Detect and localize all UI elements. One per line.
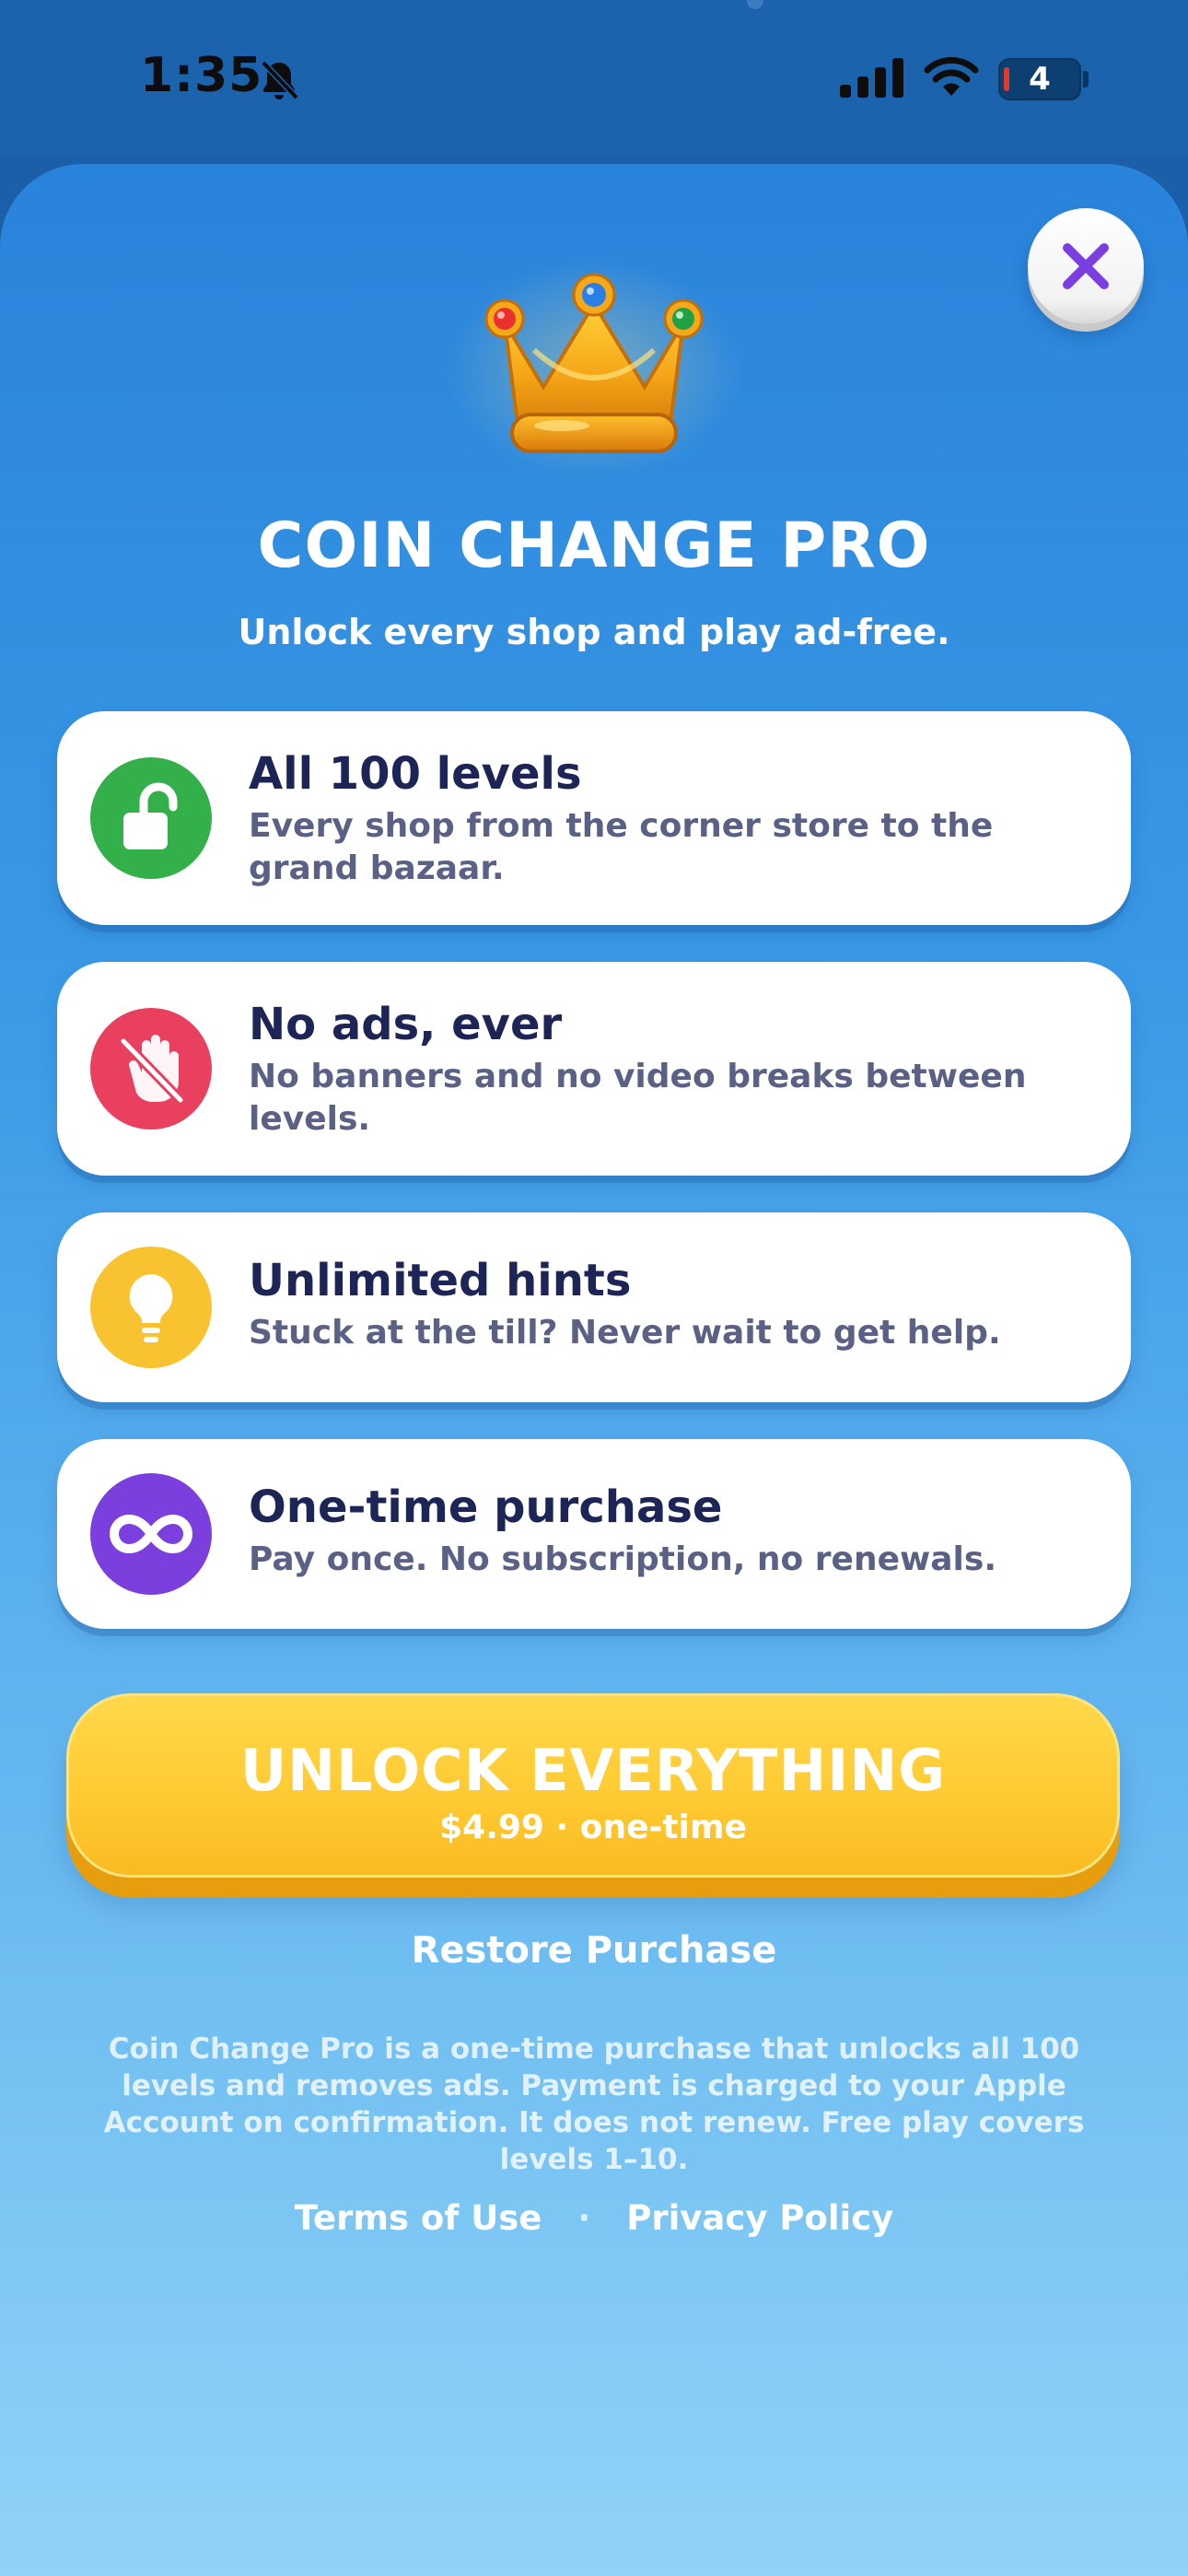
feature-icon-badge xyxy=(90,757,212,879)
unlock-everything-button[interactable]: UNLOCK EVERYTHING $4.99 · one-time xyxy=(66,1693,1120,1878)
no-ads-hand-icon xyxy=(118,1035,186,1106)
link-separator: · xyxy=(577,2198,591,2238)
cellular-signal-icon xyxy=(840,58,903,98)
bell-slash-icon xyxy=(261,60,299,100)
privacy-policy-link[interactable]: Privacy Policy xyxy=(626,2198,893,2238)
wifi-icon xyxy=(924,56,979,96)
battery-icon: 4 xyxy=(998,58,1081,100)
feature-description: No banners and no video breaks between l… xyxy=(249,1058,1027,1138)
unlock-icon xyxy=(123,782,178,849)
feature-title: One-time purchase xyxy=(249,1481,723,1533)
close-button[interactable] xyxy=(1028,208,1144,324)
feature-title: No ads, ever xyxy=(249,999,563,1050)
feature-title: All 100 levels xyxy=(249,748,582,800)
paywall-subtitle: Unlock every shop and play ad-free. xyxy=(238,612,950,652)
terms-of-use-link[interactable]: Terms of Use xyxy=(295,2198,542,2238)
feature-card-one-time: One-time purchase Pay once. No subscript… xyxy=(57,1439,1131,1629)
camera-indicator xyxy=(747,0,763,9)
feature-card-no-ads: No ads, ever No banners and no video bre… xyxy=(57,962,1131,1176)
feature-description: Pay once. No subscription, no renewals. xyxy=(249,1540,997,1578)
feature-icon-badge xyxy=(90,1247,212,1368)
cta-price: $4.99 · one-time xyxy=(439,1809,747,1846)
battery-tip xyxy=(1083,71,1089,88)
lightbulb-icon xyxy=(129,1274,173,1342)
status-time: 1:35 xyxy=(140,48,263,103)
feature-description: Stuck at the till? Never wait to get hel… xyxy=(249,1314,1001,1352)
status-bar: 1:35 4 xyxy=(0,0,1188,157)
feature-card-levels: All 100 levels Every shop from the corne… xyxy=(57,711,1131,925)
crown-icon xyxy=(484,273,704,453)
cta-label: UNLOCK EVERYTHING xyxy=(239,1737,947,1804)
feature-icon-badge xyxy=(90,1473,212,1595)
legal-links: Terms of Use · Privacy Policy xyxy=(0,2198,1188,2238)
paywall-title: COIN CHANGE PRO xyxy=(257,509,931,582)
feature-description: Every shop from the corner store to the … xyxy=(249,807,994,887)
infinity-icon xyxy=(110,1514,192,1554)
battery-level: 4 xyxy=(1029,61,1051,98)
restore-purchase-button[interactable]: Restore Purchase xyxy=(0,1929,1188,1972)
feature-icon-badge xyxy=(90,1008,212,1130)
legal-disclaimer: Coin Change Pro is a one-time purchase t… xyxy=(103,2032,1085,2176)
close-icon xyxy=(1063,243,1109,289)
feature-title: Unlimited hints xyxy=(249,1255,632,1306)
feature-card-hints: Unlimited hints Stuck at the till? Never… xyxy=(57,1212,1131,1402)
